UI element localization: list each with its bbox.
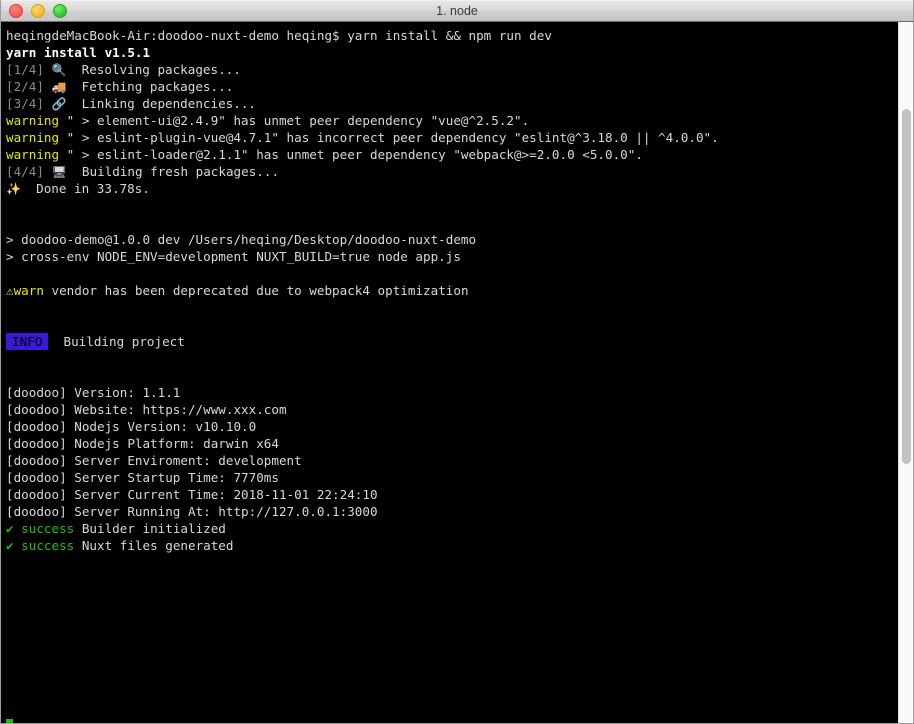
terminal-text-segment: [doodoo] Server Running At: http://127.0… <box>6 504 378 519</box>
terminal-text-segment: [4/4] <box>6 164 52 179</box>
terminal-line-blank-4 <box>6 299 913 316</box>
terminal-line-done-line: ✨ Done in 33.78s. <box>6 180 913 197</box>
terminal-line-step-2: [2/4] 🚚 Fetching packages... <box>6 78 913 95</box>
scrollbar-thumb[interactable] <box>902 109 911 464</box>
terminal-text-segment: [1/4] <box>6 62 52 77</box>
terminal-text-segment: [3/4] <box>6 96 52 111</box>
window-title: 1. node <box>436 3 478 18</box>
terminal-text-segment: Resolving packages... <box>66 62 241 77</box>
terminal-text-segment: [doodoo] Version: 1.1.1 <box>6 385 181 400</box>
terminal-line-info-building: INFO Building project <box>6 333 913 350</box>
terminal-line-blank-6 <box>6 350 913 367</box>
terminal-line-blank-3 <box>6 265 913 282</box>
terminal-text-segment: > cross-env NODE_ENV=development NUXT_BU… <box>6 249 461 264</box>
terminal-text-segment: 🔍 <box>51 63 67 77</box>
terminal-text-segment: warn <box>13 283 44 298</box>
terminal-line-doodoo-current-time: [doodoo] Server Current Time: 2018-11-01… <box>6 486 913 503</box>
terminal-text-segment: [doodoo] Website: https://www.xxx.com <box>6 402 287 417</box>
terminal-line-doodoo-nodejs-platform: [doodoo] Nodejs Platform: darwin x64 <box>6 435 913 452</box>
terminal-text-segment: [doodoo] Server Current Time: 2018-11-01… <box>6 487 378 502</box>
terminal-line-doodoo-startup-time: [doodoo] Server Startup Time: 7770ms <box>6 469 913 486</box>
terminal-text-segment: " > element-ui@2.4.9" has unmet peer dep… <box>59 113 530 128</box>
terminal-text-segment: [2/4] <box>6 79 52 94</box>
terminal-line-yarn-version: yarn install v1.5.1 <box>6 44 913 61</box>
terminal-line-blank-2 <box>6 214 913 231</box>
minimize-button-icon[interactable] <box>31 4 45 18</box>
terminal-line-step-3: [3/4] 🔗 Linking dependencies... <box>6 95 913 112</box>
terminal-text-segment: Building fresh packages... <box>66 164 280 179</box>
terminal-text-segment: Builder initialized <box>74 521 226 536</box>
terminal-text-segment: [doodoo] Server Enviroment: development <box>6 453 302 468</box>
terminal-text-segment: " > eslint-plugin-vue@4.7.1" has incorre… <box>59 130 719 145</box>
terminal-text-segment: vendor has been deprecated due to webpac… <box>43 283 469 298</box>
terminal-line-doodoo-running-at: [doodoo] Server Running At: http://127.0… <box>6 503 913 520</box>
terminal-window: 1. node heqingdeMacBook-Air:doodoo-nuxt-… <box>0 0 914 724</box>
window-titlebar[interactable]: 1. node <box>1 0 913 22</box>
terminal-text-segment: > doodoo-demo@1.0.0 dev /Users/heqing/De… <box>6 232 477 247</box>
terminal-line-warning-eslint-loader: warning " > eslint-loader@2.1.1" has unm… <box>6 146 913 163</box>
terminal-line-doodoo-website: [doodoo] Website: https://www.xxx.com <box>6 401 913 418</box>
terminal-line-warning-element-ui: warning " > element-ui@2.4.9" has unmet … <box>6 112 913 129</box>
terminal-text-segment: Linking dependencies... <box>66 96 257 111</box>
terminal-text-segment: Nuxt files generated <box>74 538 234 553</box>
terminal-line-blank-7 <box>6 367 913 384</box>
terminal-output: heqingdeMacBook-Air:doodoo-nuxt-demo heq… <box>6 27 913 554</box>
terminal-line-prompt-line: heqingdeMacBook-Air:doodoo-nuxt-demo heq… <box>6 27 913 44</box>
terminal-line-success-nuxt-files: ✔ success Nuxt files generated <box>6 537 913 554</box>
terminal-text-segment: warning <box>6 147 60 162</box>
terminal-text-segment: warning <box>6 130 60 145</box>
terminal-scrollbar[interactable] <box>898 22 913 723</box>
terminal-text-segment: 🚚 <box>51 80 67 94</box>
terminal-text-segment: ✨ <box>6 182 21 196</box>
terminal-cursor <box>6 719 13 723</box>
terminal-text-segment: Fetching packages... <box>66 79 234 94</box>
terminal-line-step-1: [1/4] 🔍 Resolving packages... <box>6 61 913 78</box>
terminal-line-blank-5 <box>6 316 913 333</box>
terminal-line-doodoo-version: [doodoo] Version: 1.1.1 <box>6 384 913 401</box>
terminal-text-segment: [doodoo] Nodejs Platform: darwin x64 <box>6 436 279 451</box>
terminal-line-step-4: [4/4] 🖥 Building fresh packages... <box>6 163 913 180</box>
terminal-line-doodoo-nodejs-version: [doodoo] Nodejs Version: v10.10.0 <box>6 418 913 435</box>
terminal-body[interactable]: heqingdeMacBook-Air:doodoo-nuxt-demo heq… <box>1 22 913 723</box>
terminal-text-segment: yarn install && npm run dev <box>347 28 552 43</box>
close-button-icon[interactable] <box>9 4 23 18</box>
terminal-text-segment: 🖥 <box>51 165 67 179</box>
terminal-text-segment: 🔗 <box>51 97 67 111</box>
terminal-line-blank-1 <box>6 197 913 214</box>
terminal-line-warning-eslint-plugin-vue: warning " > eslint-plugin-vue@4.7.1" has… <box>6 129 913 146</box>
terminal-line-success-builder: ✔ success Builder initialized <box>6 520 913 537</box>
terminal-text-segment: INFO <box>6 333 49 350</box>
maximize-button-icon[interactable] <box>53 4 67 18</box>
terminal-text-segment: ⚠ <box>6 283 14 298</box>
terminal-text-segment: [doodoo] Nodejs Version: v10.10.0 <box>6 419 257 434</box>
window-controls <box>1 4 67 18</box>
terminal-line-npm-script-cmd: > cross-env NODE_ENV=development NUXT_BU… <box>6 248 913 265</box>
terminal-text-segment: ✔ success <box>6 538 75 553</box>
terminal-text-segment: yarn install v1.5.1 <box>6 45 151 60</box>
terminal-text-segment: [doodoo] Server Startup Time: 7770ms <box>6 470 279 485</box>
terminal-line-doodoo-server-env: [doodoo] Server Enviroment: development <box>6 452 913 469</box>
terminal-line-vendor-warn: ⚠warn vendor has been deprecated due to … <box>6 282 913 299</box>
terminal-text-segment: Done in 33.78s. <box>20 181 150 196</box>
terminal-text-segment: " > eslint-loader@2.1.1" has unmet peer … <box>59 147 643 162</box>
terminal-text-segment: warning <box>6 113 60 128</box>
terminal-text-segment: Building project <box>48 334 185 349</box>
terminal-text-segment: heqingdeMacBook-Air:doodoo-nuxt-demo heq… <box>6 28 348 43</box>
terminal-text-segment: ✔ success <box>6 521 75 536</box>
terminal-line-npm-script-name: > doodoo-demo@1.0.0 dev /Users/heqing/De… <box>6 231 913 248</box>
